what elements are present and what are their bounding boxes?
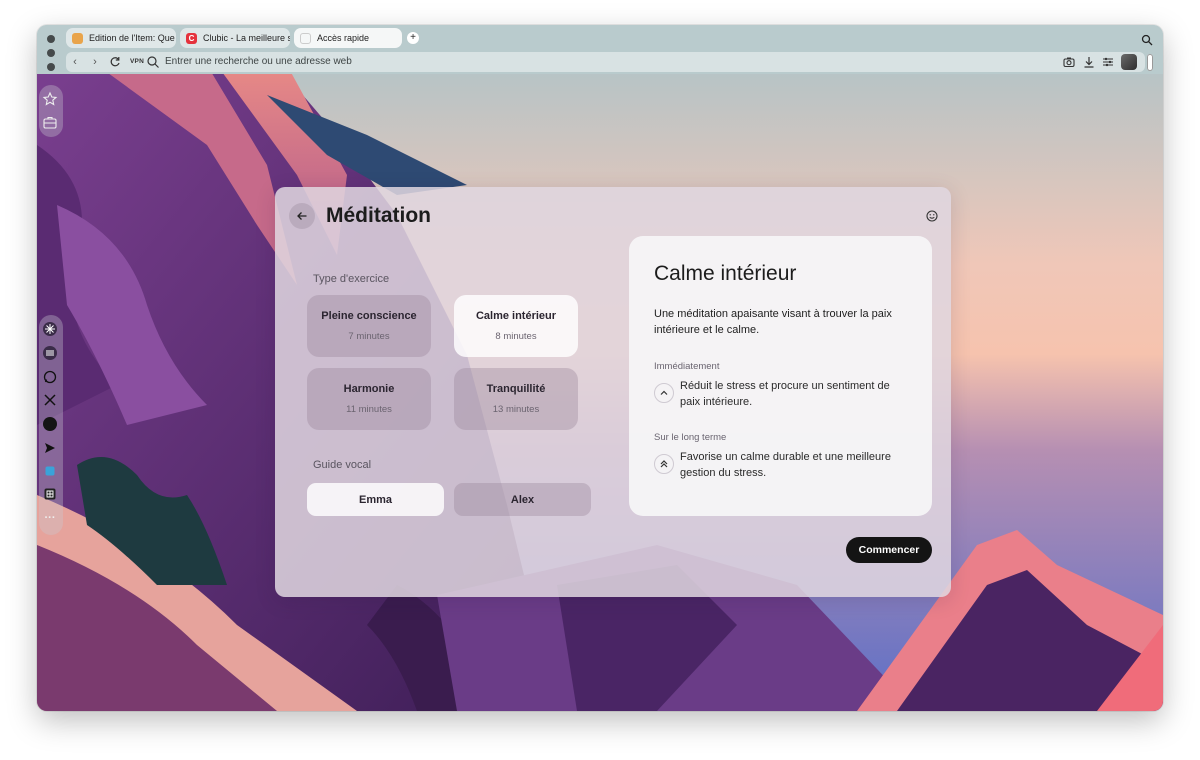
exercise-name: Calme intérieur <box>475 310 557 322</box>
arrow-left-icon <box>297 212 307 220</box>
immediate-label: Immédiatement <box>654 361 720 372</box>
x-icon[interactable] <box>42 392 58 408</box>
tab-search-icon[interactable] <box>1141 34 1153 46</box>
exercise-card-calme-interieur[interactable]: Calme intérieur 8 minutes <box>454 295 578 357</box>
grid-app-icon[interactable] <box>42 486 58 502</box>
forward-nav-icon[interactable]: › <box>88 55 102 69</box>
smiley-icon[interactable] <box>925 209 939 223</box>
reload-icon[interactable] <box>108 55 122 69</box>
tab-item-acces-rapide[interactable]: Accès rapide <box>294 28 402 48</box>
vpn-badge[interactable]: VPN <box>130 58 144 65</box>
exercise-duration: 8 minutes <box>495 331 537 342</box>
back-nav-icon[interactable]: ‹ <box>68 55 82 69</box>
search-icon <box>147 56 159 68</box>
exercise-name: Pleine conscience <box>321 310 417 322</box>
window-zoom-button[interactable] <box>47 63 55 71</box>
exercise-card-pleine-conscience[interactable]: Pleine conscience 7 minutes <box>307 295 431 357</box>
address-input[interactable]: Entrer une recherche ou une adresse web <box>165 56 352 67</box>
exercise-name: Tranquillité <box>486 383 546 395</box>
back-button[interactable] <box>289 203 315 229</box>
exercise-detail-card: Calme intérieur Une méditation apaisante… <box>629 236 932 516</box>
star-icon[interactable] <box>42 91 58 107</box>
exercise-name: Harmonie <box>343 383 395 395</box>
extension-icon[interactable] <box>42 463 58 479</box>
camera-icon[interactable] <box>1062 55 1076 69</box>
tab-item-edition[interactable]: Edition de l'Item: Que <box>66 28 176 48</box>
window-close-button[interactable] <box>47 35 55 43</box>
chevron-up-icon <box>654 383 674 403</box>
exercise-card-harmonie[interactable]: Harmonie 11 minutes <box>307 368 431 430</box>
start-button[interactable]: Commencer <box>846 537 932 563</box>
detail-title: Calme intérieur <box>654 262 797 285</box>
settings-sliders-icon[interactable] <box>1101 55 1115 69</box>
globe-icon <box>300 32 311 44</box>
openai-icon[interactable] <box>42 345 58 361</box>
exercise-type-label: Type d'exercice <box>313 273 390 285</box>
voice-option-emma[interactable]: Emma <box>307 483 444 516</box>
voice-option-alex[interactable]: Alex <box>454 483 591 516</box>
tab-label: Edition de l'Item: Que <box>89 33 175 43</box>
immediate-benefit-text: Réduit le stress et procure un sentiment… <box>680 380 890 408</box>
exercise-duration: 11 minutes <box>346 404 392 415</box>
voice-guide-label: Guide vocal <box>313 459 372 471</box>
clubic-favicon-icon: C <box>186 32 197 44</box>
long-term-benefit-text: Favorise un calme durable et une meilleu… <box>680 451 891 479</box>
detail-description: Une méditation apaisante visant à trouve… <box>654 308 892 336</box>
briefcase-icon[interactable] <box>42 114 58 130</box>
page-title: Méditation <box>326 204 431 227</box>
long-term-label: Sur le long terme <box>654 432 727 443</box>
tab-item-clubic[interactable]: C Clubic - La meilleure sc <box>180 28 290 48</box>
profile-avatar[interactable] <box>1121 54 1137 70</box>
browser-window: Edition de l'Item: Que C Clubic - La mei… <box>37 25 1163 711</box>
download-icon[interactable] <box>1082 55 1096 69</box>
meditation-panel: Méditation Type d'exercice Pleine consci… <box>275 187 951 597</box>
exercise-duration: 13 minutes <box>492 404 540 415</box>
sidebar-toggle-handle[interactable] <box>1147 54 1153 71</box>
tab-label: Accès rapide <box>317 33 370 43</box>
tab-favicon-icon <box>72 32 83 44</box>
exercise-duration: 7 minutes <box>348 331 390 342</box>
window-minimize-button[interactable] <box>47 49 55 57</box>
tab-label: Clubic - La meilleure sc <box>203 33 290 43</box>
sidebar-more-button[interactable]: ··· <box>42 510 58 526</box>
exercise-card-tranquillite[interactable]: Tranquillité 13 minutes <box>454 368 578 430</box>
whatsapp-icon[interactable] <box>42 369 58 385</box>
circle-app-icon[interactable] <box>42 416 58 432</box>
send-icon[interactable] <box>42 440 58 456</box>
perplexity-icon[interactable] <box>42 321 58 337</box>
double-chevron-up-icon <box>654 454 674 474</box>
new-tab-button[interactable]: + <box>407 32 419 44</box>
